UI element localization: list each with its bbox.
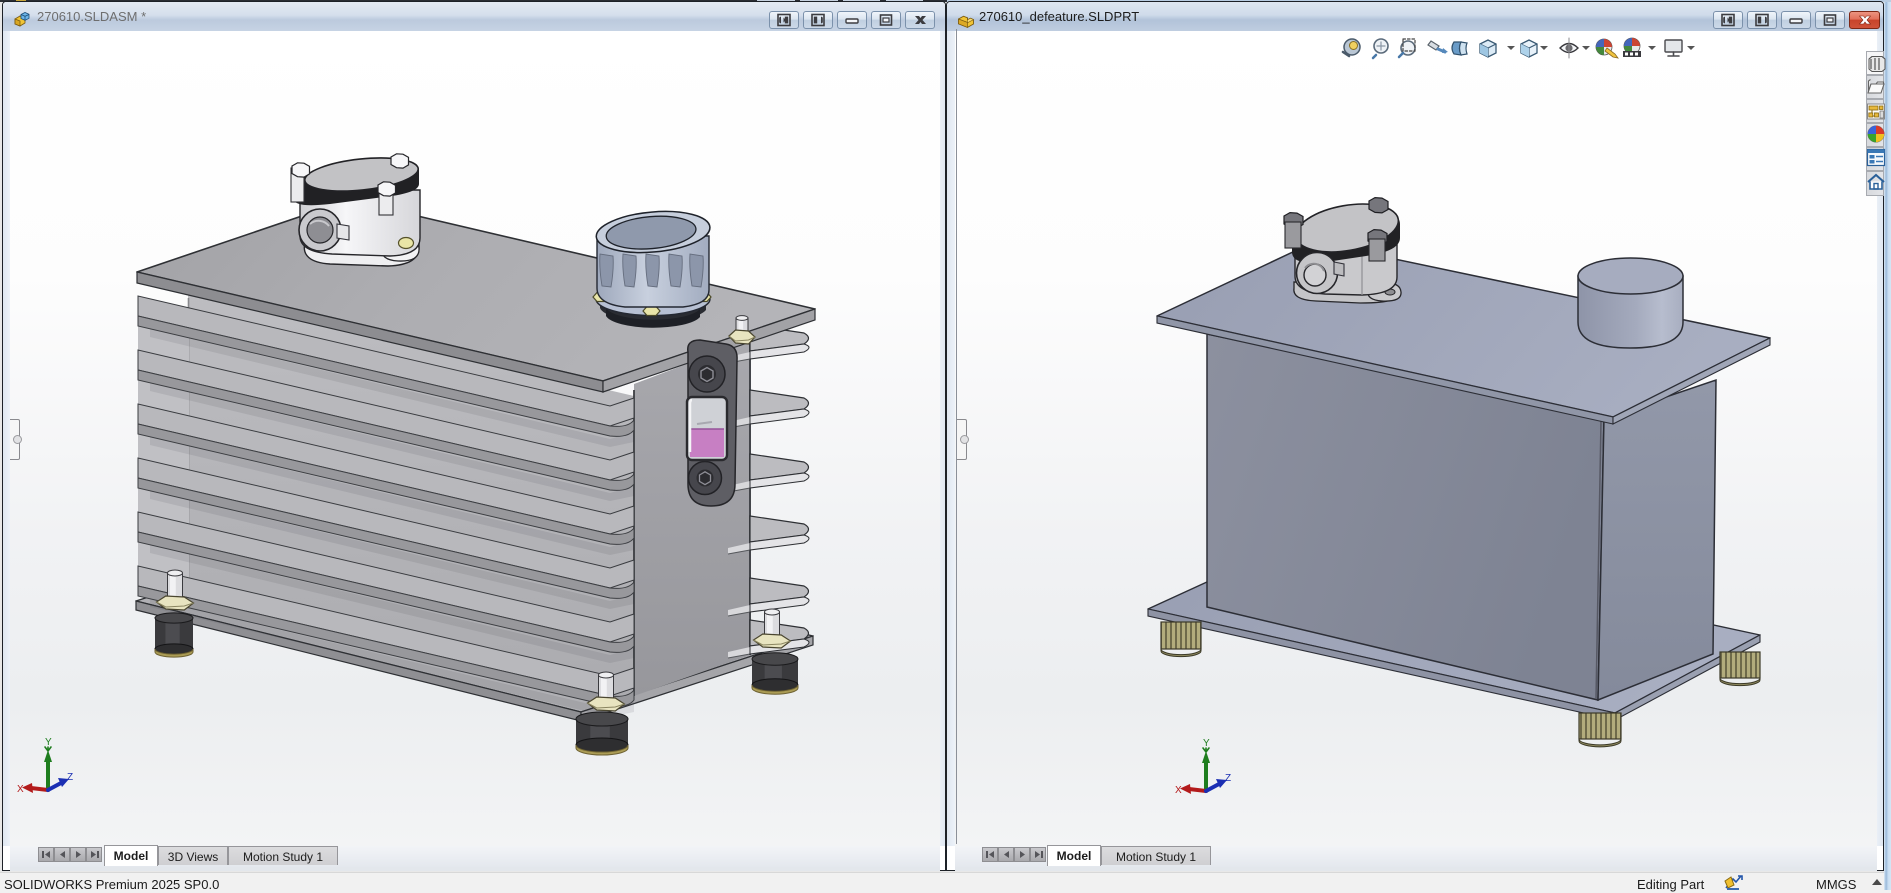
svg-text:Z: Z (1225, 773, 1231, 784)
svg-text:X: X (17, 784, 24, 795)
svg-text:Y: Y (1203, 738, 1210, 749)
svg-text:Y: Y (45, 737, 52, 748)
svg-text:Z: Z (67, 772, 73, 783)
svg-text:X: X (1175, 785, 1182, 796)
